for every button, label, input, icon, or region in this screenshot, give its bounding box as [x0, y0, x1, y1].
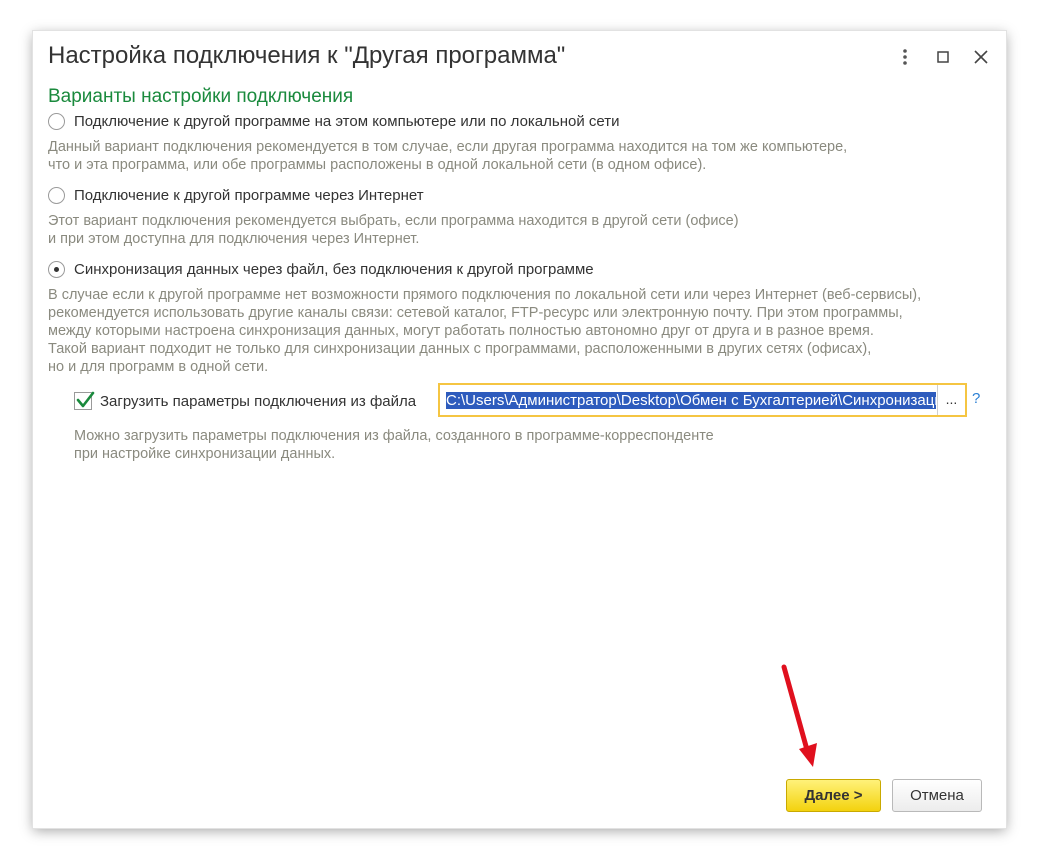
- file-path-input[interactable]: C:\Users\Администратор\Desktop\Обмен с Б…: [438, 383, 967, 417]
- description-line: но и для программ в одной сети.: [48, 359, 269, 375]
- radio-button[interactable]: [48, 112, 65, 130]
- window-title: Настройка подключения к "Другая программ…: [48, 42, 566, 69]
- option-local-network[interactable]: Подключение к другой программе на этом к…: [48, 111, 620, 131]
- description-line: Этот вариант подключения рекомендуется в…: [48, 213, 739, 229]
- description-line: рекомендуется использовать другие каналы…: [48, 305, 903, 321]
- next-button[interactable]: Далее >: [786, 779, 881, 812]
- option-label: Подключение к другой программе через Инт…: [74, 186, 424, 204]
- browse-button[interactable]: ...: [937, 385, 965, 415]
- option-internet[interactable]: Подключение к другой программе через Инт…: [48, 185, 424, 205]
- load-params-description: Можно загрузить параметры подключения из…: [74, 427, 714, 463]
- file-path-selection: C:\Users\Администратор\Desktop\Обмен с Б…: [446, 392, 936, 409]
- section-title: Варианты настройки подключения: [48, 86, 354, 107]
- dialog-window: Настройка подключения к "Другая программ…: [33, 31, 1006, 828]
- maximize-icon[interactable]: [931, 45, 955, 69]
- option-file-sync[interactable]: Синхронизация данных через файл, без под…: [48, 259, 594, 279]
- description-line: Можно загрузить параметры подключения из…: [74, 428, 714, 444]
- description-line: между которыми настроена синхронизация д…: [48, 323, 874, 339]
- more-vertical-icon[interactable]: [893, 45, 917, 69]
- load-params-label: Загрузить параметры подключения из файла: [100, 392, 417, 410]
- help-link[interactable]: ?: [972, 390, 980, 407]
- radio-button-selected[interactable]: [48, 260, 65, 278]
- description-line: и при этом доступна для подключения чере…: [48, 231, 420, 247]
- annotation-arrow-icon: [781, 664, 817, 767]
- description-line: что и эта программа, или обе программы р…: [48, 157, 707, 173]
- option-label: Подключение к другой программе на этом к…: [74, 112, 620, 130]
- description-line: В случае если к другой программе нет воз…: [48, 287, 922, 303]
- option-description: Данный вариант подключения рекомендуется…: [48, 138, 847, 174]
- description-line: при настройке синхронизации данных.: [74, 446, 336, 462]
- description-line: Данный вариант подключения рекомендуется…: [48, 139, 848, 155]
- load-params-row: Загрузить параметры подключения из файла: [74, 388, 416, 414]
- description-line: Такой вариант подходит не только для син…: [48, 341, 872, 357]
- file-path-text[interactable]: C:\Users\Администратор\Desktop\Обмен с Б…: [446, 391, 936, 411]
- option-label: Синхронизация данных через файл, без под…: [74, 260, 594, 278]
- cancel-button[interactable]: Отмена: [892, 779, 982, 812]
- load-params-checkbox[interactable]: [74, 391, 95, 410]
- option-description: Этот вариант подключения рекомендуется в…: [48, 212, 739, 248]
- option-description: В случае если к другой программе нет воз…: [48, 286, 921, 376]
- checkmark-icon: [76, 391, 95, 408]
- close-icon[interactable]: [969, 45, 993, 69]
- radio-button[interactable]: [48, 186, 65, 204]
